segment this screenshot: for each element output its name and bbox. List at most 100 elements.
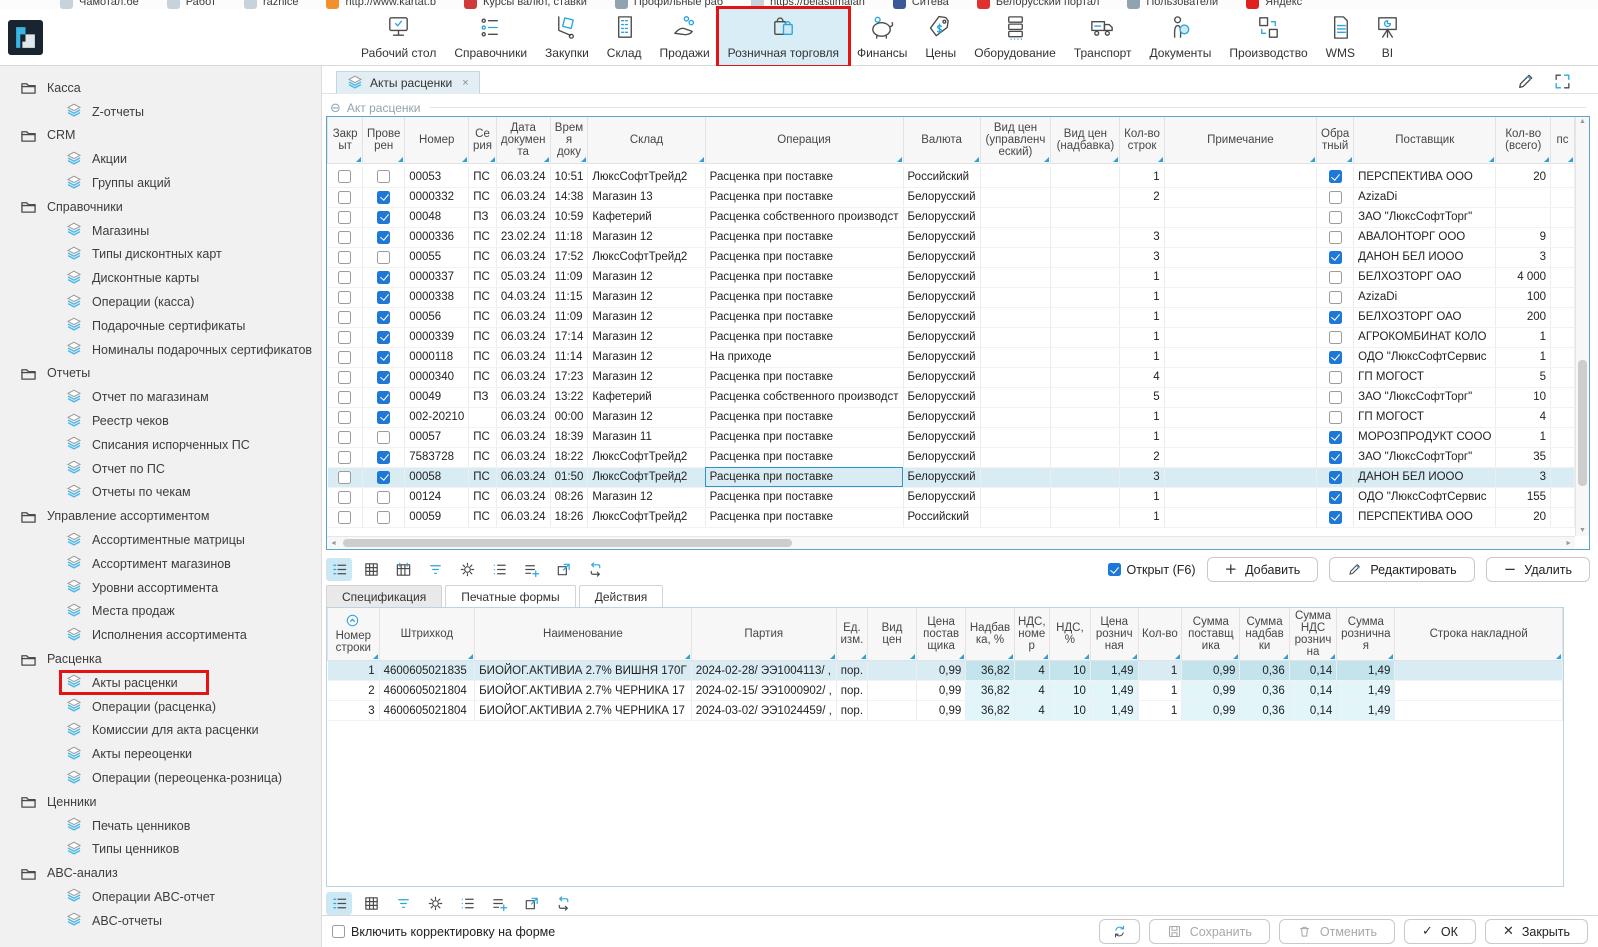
row-checkbox[interactable] bbox=[338, 191, 351, 204]
table-cell[interactable]: ЛюксСофтТрейд2 bbox=[588, 447, 705, 467]
sidebar-item[interactable]: Операции (расценка) bbox=[0, 695, 321, 719]
table-cell[interactable] bbox=[1051, 367, 1120, 387]
table-row[interactable]: 00048ПЗ06.03.2410:59КафетерийРасценка со… bbox=[328, 207, 1575, 227]
row-checkbox[interactable] bbox=[377, 431, 390, 444]
open-f6-checkbox[interactable]: Открыт (F6) bbox=[1108, 563, 1196, 577]
table-cell[interactable] bbox=[980, 247, 1051, 267]
sidebar-item[interactable]: Акты расценки bbox=[0, 671, 321, 695]
table-cell[interactable]: 10 bbox=[1496, 387, 1551, 407]
column-header[interactable]: Сумма НДС рознична bbox=[1289, 608, 1337, 661]
table-cell[interactable] bbox=[363, 347, 405, 367]
table-cell[interactable]: 0,14 bbox=[1289, 681, 1337, 701]
row-checkbox[interactable] bbox=[1329, 231, 1342, 244]
save-button[interactable]: Сохранить bbox=[1149, 919, 1270, 944]
table-cell[interactable] bbox=[328, 447, 363, 467]
table-cell[interactable]: 18:39 bbox=[550, 427, 588, 447]
table-cell[interactable]: Белорусский bbox=[903, 447, 980, 467]
table-cell[interactable]: Белорусский bbox=[903, 327, 980, 347]
table-cell[interactable]: 17:23 bbox=[550, 367, 588, 387]
table-cell[interactable]: 3 bbox=[1120, 227, 1164, 247]
table-cell[interactable] bbox=[363, 247, 405, 267]
table-cell[interactable]: Магазин 12 bbox=[588, 307, 705, 327]
table-row[interactable]: 00059ПС06.03.2418:26ЛюксСофтТрейд2Расцен… bbox=[328, 507, 1575, 527]
table-cell[interactable] bbox=[1317, 367, 1354, 387]
column-header[interactable]: Строка накладной bbox=[1395, 608, 1563, 661]
table-cell[interactable] bbox=[363, 327, 405, 347]
table-cell[interactable] bbox=[1164, 167, 1317, 187]
table-cell[interactable]: ЗАО "ЛюксСофтТорг" bbox=[1354, 207, 1496, 227]
sidebar-item[interactable]: Расценка bbox=[0, 647, 321, 671]
table-cell[interactable]: 1 bbox=[1138, 701, 1182, 721]
table-cell[interactable] bbox=[363, 227, 405, 247]
row-checkbox[interactable] bbox=[1329, 311, 1342, 324]
table-cell[interactable]: ЛюксСофтТрейд2 bbox=[588, 467, 705, 487]
table-cell[interactable] bbox=[1164, 367, 1317, 387]
table-cell[interactable] bbox=[328, 507, 363, 527]
tab-close-icon[interactable]: × bbox=[462, 77, 468, 89]
table-cell[interactable] bbox=[1164, 407, 1317, 427]
toolbar-item-13[interactable]: BI bbox=[1364, 9, 1411, 65]
table-cell[interactable] bbox=[1051, 187, 1120, 207]
table-cell[interactable]: 4 bbox=[1120, 367, 1164, 387]
sidebar-item[interactable]: Отчет по магазинам bbox=[0, 385, 321, 409]
table-cell[interactable]: 1 bbox=[1120, 267, 1164, 287]
table-cell[interactable]: 0000118 bbox=[405, 347, 469, 367]
table-cell[interactable] bbox=[1051, 387, 1120, 407]
table-cell[interactable]: 00058 bbox=[405, 467, 469, 487]
table-cell[interactable]: 1 bbox=[1120, 167, 1164, 187]
table-cell[interactable] bbox=[1317, 247, 1354, 267]
table-cell[interactable] bbox=[1551, 287, 1575, 307]
row-checkbox[interactable] bbox=[1329, 431, 1342, 444]
table-cell[interactable] bbox=[328, 307, 363, 327]
table-cell[interactable] bbox=[1317, 287, 1354, 307]
table-cell[interactable] bbox=[1051, 207, 1120, 227]
table-cell[interactable]: Расценка при поставке bbox=[705, 307, 903, 327]
table-cell[interactable] bbox=[363, 287, 405, 307]
rows-icon[interactable] bbox=[326, 558, 352, 581]
row-checkbox[interactable] bbox=[1329, 411, 1342, 424]
column-header[interactable]: Кол-во строк bbox=[1120, 117, 1164, 163]
table-cell[interactable]: Магазин 12 bbox=[588, 407, 705, 427]
table-cell[interactable]: 0,14 bbox=[1289, 701, 1337, 721]
table-cell[interactable]: Расценка при поставке bbox=[705, 167, 903, 187]
table-cell[interactable] bbox=[1164, 307, 1317, 327]
table-cell[interactable] bbox=[1164, 507, 1317, 527]
row-checkbox[interactable] bbox=[377, 371, 390, 384]
table-cell[interactable] bbox=[1496, 207, 1551, 227]
column-header[interactable]: Проверен bbox=[363, 117, 405, 163]
table-cell[interactable] bbox=[363, 427, 405, 447]
table-cell[interactable] bbox=[328, 227, 363, 247]
table-cell[interactable]: 1 bbox=[1496, 347, 1551, 367]
table-cell[interactable]: 4 bbox=[1496, 407, 1551, 427]
table-cell[interactable]: 18:22 bbox=[550, 447, 588, 467]
table-cell[interactable]: ПС bbox=[469, 187, 497, 207]
toolbar-item-6[interactable]: Финансы bbox=[848, 9, 916, 65]
table-cell[interactable]: Расценка при поставке bbox=[705, 287, 903, 307]
table-cell[interactable]: 4 bbox=[1014, 681, 1049, 701]
table-cell[interactable] bbox=[1551, 167, 1575, 187]
table-cell[interactable]: 00053 bbox=[405, 167, 469, 187]
table-cell[interactable]: ПЕРСПЕКТИВА ООО bbox=[1354, 167, 1496, 187]
sort-asc-icon[interactable] bbox=[346, 614, 359, 630]
column-header[interactable]: Вид цен (управленческий) bbox=[980, 117, 1051, 163]
sidebar-item[interactable]: Места продаж bbox=[0, 600, 321, 624]
table-cell[interactable]: Белорусский bbox=[903, 367, 980, 387]
table-cell[interactable]: ПС bbox=[469, 367, 497, 387]
toolbar-item-0[interactable]: Рабочий стол bbox=[352, 9, 445, 65]
table-cell[interactable]: ПС bbox=[469, 427, 497, 447]
table-cell[interactable] bbox=[980, 327, 1051, 347]
table-cell[interactable] bbox=[1317, 467, 1354, 487]
table-cell[interactable] bbox=[363, 207, 405, 227]
add-button[interactable]: +Добавить bbox=[1207, 557, 1319, 582]
table-cell[interactable]: ПС bbox=[469, 287, 497, 307]
table-cell[interactable]: 1 bbox=[1120, 287, 1164, 307]
table-cell[interactable] bbox=[1551, 467, 1575, 487]
sidebar-item[interactable]: Списания испорченных ПС bbox=[0, 433, 321, 457]
table-cell[interactable]: Расценка собственного производст bbox=[705, 207, 903, 227]
toolbar-item-8[interactable]: Оборудование bbox=[965, 9, 1065, 65]
table-cell[interactable]: 00049 bbox=[405, 387, 469, 407]
table-cell[interactable]: МОРОЗПРОДУКТ СООО bbox=[1354, 427, 1496, 447]
row-checkbox[interactable] bbox=[1329, 471, 1342, 484]
sidebar-item[interactable]: Операции (касса) bbox=[0, 290, 321, 314]
table-row[interactable]: 002-2021006.03.2400:00Магазин 12Расценка… bbox=[328, 407, 1575, 427]
